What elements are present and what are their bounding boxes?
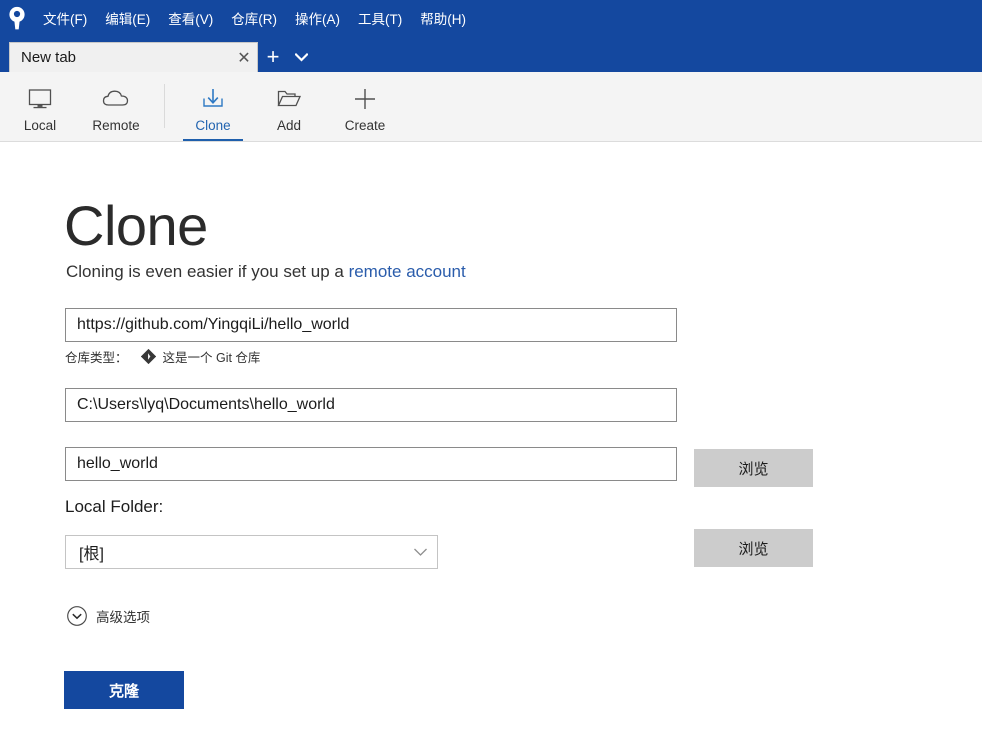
plus-icon [352, 85, 378, 113]
title-bar: 文件(F) 编辑(E) 查看(V) 仓库(R) 操作(A) 工具(T) 帮助(H… [0, 0, 982, 36]
chevron-down-icon[interactable] [403, 547, 437, 557]
monitor-icon [26, 85, 54, 113]
git-diamond-icon [140, 349, 156, 364]
tab-label: New tab [21, 49, 77, 66]
local-folder-value: [根] [79, 546, 104, 563]
toolbar-label: Remote [92, 118, 140, 133]
repository-type-value: 这是一个 Git 仓库 [162, 351, 261, 365]
repository-name-row [65, 447, 677, 481]
destination-path-row [65, 388, 677, 422]
toolbar-button-create[interactable]: Create [327, 72, 403, 141]
add-tab-icon[interactable]: + [258, 42, 288, 72]
menu-file[interactable]: 文件(F) [34, 5, 96, 31]
source-url-row [65, 308, 677, 342]
repository-type-row: 仓库类型： 这是一个 Git 仓库 [65, 347, 260, 366]
repository-name-input[interactable] [65, 447, 677, 481]
clone-panel: Clone Cloning is even easier if you set … [0, 142, 982, 740]
download-arrow-icon [199, 85, 227, 113]
toolbar-label: Local [23, 118, 57, 133]
active-tab-underline [183, 139, 243, 141]
folder-open-icon [275, 85, 303, 113]
toolbar-label: Add [276, 118, 302, 133]
browse-destination-row: 浏览 [694, 529, 813, 567]
remote-account-link[interactable]: remote account [349, 262, 466, 281]
advanced-options-label: 高级选项 [96, 610, 150, 625]
toolbar-button-add[interactable]: Add [251, 72, 327, 141]
repository-type-label: 仓库类型： [65, 351, 128, 365]
destination-path-input[interactable] [65, 388, 677, 422]
browse-url-row: 浏览 [694, 449, 813, 487]
page-title: Clone [64, 194, 208, 257]
toolbar-button-remote[interactable]: Remote [78, 72, 154, 141]
tab-new-tab[interactable]: New tab ✕ [9, 42, 258, 72]
browse-destination-button[interactable]: 浏览 [694, 529, 813, 567]
toolbar-label: Create [344, 118, 386, 133]
subtitle-text: Cloning is even easier if you set up a [66, 262, 349, 281]
menu-help[interactable]: 帮助(H) [411, 5, 475, 31]
toolbar-button-local[interactable]: Local [2, 72, 78, 141]
menu-actions[interactable]: 操作(A) [286, 5, 349, 31]
local-folder-select[interactable]: [根] [65, 535, 438, 569]
browse-source-button[interactable]: 浏览 [694, 449, 813, 487]
sourcetree-logo-icon [0, 0, 34, 36]
menu-repository[interactable]: 仓库(R) [222, 5, 286, 31]
main-toolbar: Local Remote Clone Add Create [0, 72, 982, 142]
chevron-down-icon[interactable] [288, 42, 314, 72]
chevron-down-circle-icon [66, 605, 88, 627]
source-url-input[interactable] [65, 308, 677, 342]
clone-button[interactable]: 克隆 [64, 671, 184, 709]
cloud-icon [101, 85, 131, 113]
close-icon[interactable]: ✕ [231, 44, 257, 72]
tab-strip: New tab ✕ + [0, 36, 982, 72]
toolbar-label: Clone [195, 118, 231, 133]
local-folder-label: Local Folder: [65, 497, 164, 516]
toolbar-button-clone[interactable]: Clone [175, 72, 251, 141]
menu-view[interactable]: 查看(V) [159, 5, 222, 31]
advanced-options-toggle[interactable]: 高级选项 [66, 605, 150, 627]
toolbar-divider [164, 84, 165, 128]
menu-edit[interactable]: 编辑(E) [96, 5, 159, 31]
menu-bar: 文件(F) 编辑(E) 查看(V) 仓库(R) 操作(A) 工具(T) 帮助(H… [34, 0, 475, 36]
page-subtitle: Cloning is even easier if you set up a r… [66, 262, 466, 282]
menu-tools[interactable]: 工具(T) [349, 5, 411, 31]
